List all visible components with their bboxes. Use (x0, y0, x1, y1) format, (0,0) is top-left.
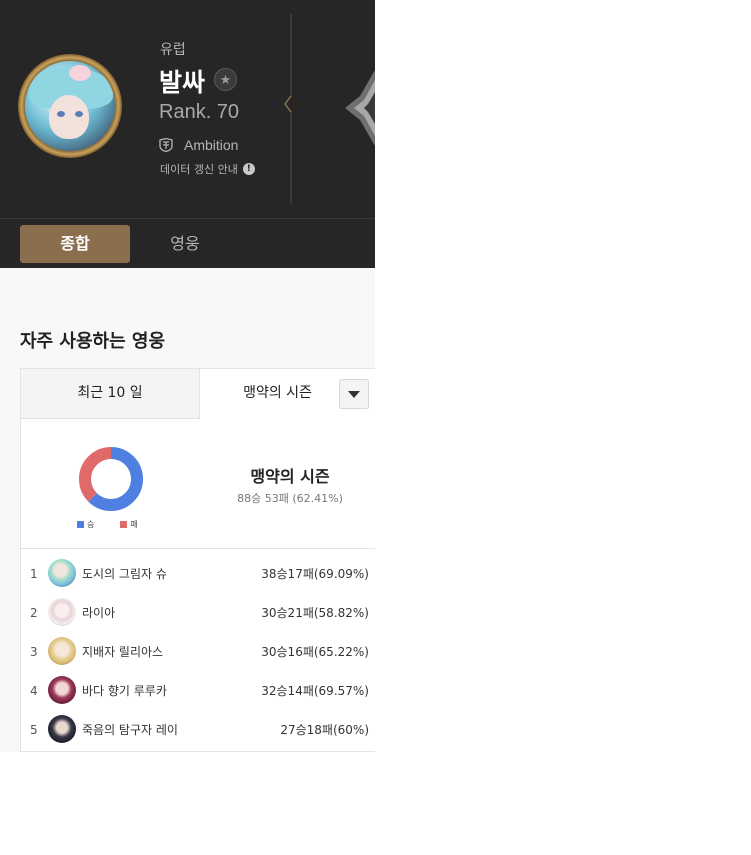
season-summary-record: 88승 53패 (62.41%) (237, 492, 343, 505)
hero-avatar (48, 598, 76, 626)
section-title: 자주 사용하는 영웅 (20, 331, 166, 352)
tab-season[interactable]: 맹약의 시즌 (200, 369, 355, 419)
legend-win-label: 승 (87, 520, 95, 529)
guild-name: Ambition (184, 137, 239, 153)
guild-emblem-icon (159, 138, 173, 152)
hero-avatar (48, 676, 76, 704)
list-item[interactable]: 4 바다 향기 루루카 32승14패(69.57%) (21, 666, 375, 705)
avatar (18, 54, 122, 158)
tab-recent-10-days[interactable]: 최근 10 일 (21, 369, 200, 419)
legend-loss-label: 패 (130, 520, 138, 529)
region-label: 유럽 (160, 42, 186, 58)
legend-loss: 패 (120, 519, 138, 530)
player-name: 발싸 (159, 68, 206, 97)
player-rank: Rank. 70 (159, 101, 240, 123)
list-item[interactable]: 5 죽음의 탐구자 레이 27승18패(60%) (21, 705, 375, 744)
legend-win: 승 (77, 519, 94, 530)
hero-avatar (48, 715, 76, 743)
favorite-button[interactable]: ★ (214, 68, 237, 91)
data-update-notice-label: 데이터 갱신 안내 (160, 163, 238, 176)
tier-emblem-icon (345, 70, 375, 146)
main-tabs: 종합 영웅 (0, 218, 375, 268)
tab-overview[interactable]: 종합 (20, 225, 130, 263)
avatar-image (25, 61, 115, 151)
app-viewport: 유럽 발싸 ★ Rank. 70 Ambition 데이터 갱신 안내 ! 종합… (0, 0, 375, 752)
header-divider (284, 14, 292, 204)
tab-heroes[interactable]: 영웅 (130, 225, 240, 263)
hero-rank: 5 (30, 723, 38, 737)
legend-loss-swatch (120, 521, 128, 528)
exclamation-icon: ! (242, 163, 255, 175)
hero-record: 27승18패(60%) (280, 723, 369, 737)
hero-avatar (48, 637, 76, 665)
star-icon: ★ (219, 73, 232, 88)
list-item[interactable]: 3 지배자 릴리아스 30승16패(65.22%) (21, 627, 375, 666)
data-update-notice[interactable]: 데이터 갱신 안내 ! (160, 161, 255, 177)
legend-win-swatch (77, 521, 84, 528)
season-summary-title: 맹약의 시즌 (250, 467, 330, 486)
hero-list: 1 도시의 그림자 슈 38승17패(69.09%) 2 라이아 30승21패(… (21, 548, 375, 744)
hero-avatar (48, 559, 76, 587)
list-item[interactable]: 1 도시의 그림자 슈 38승17패(69.09%) (21, 549, 375, 588)
frequent-heroes-card: 최근 10 일 맹약의 시즌 승 패 맹약의 시즌 88승 53패 (62.41… (20, 368, 375, 752)
list-item[interactable]: 2 라이아 30승21패(58.82%) (21, 588, 375, 627)
hero-name: 죽음의 탐구자 레이 (82, 723, 178, 737)
chart-legend: 승 패 (77, 519, 164, 530)
season-dropdown-button[interactable] (339, 379, 369, 409)
guild-info: Ambition (159, 136, 238, 154)
profile-header: 유럽 발싸 ★ Rank. 70 Ambition 데이터 갱신 안내 ! (0, 0, 375, 218)
win-loss-donut-chart (79, 447, 143, 511)
chevron-down-icon (348, 391, 360, 398)
